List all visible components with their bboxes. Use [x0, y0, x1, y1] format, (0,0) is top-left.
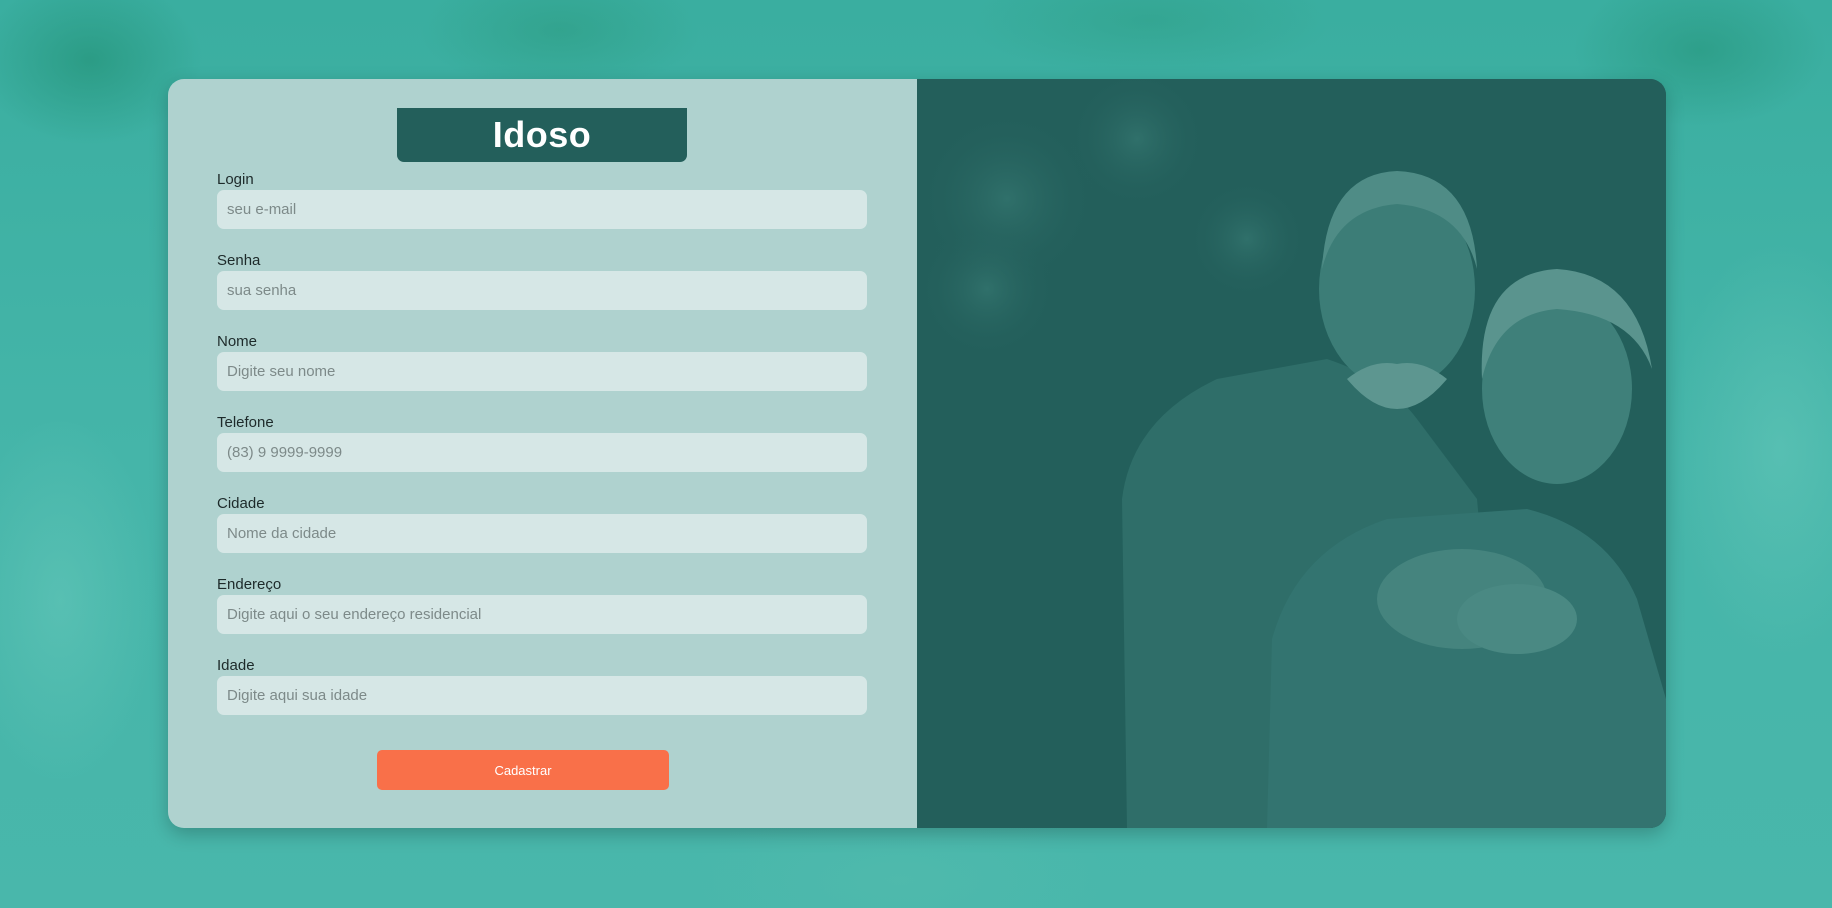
- address-input[interactable]: [217, 595, 867, 634]
- name-input[interactable]: [217, 352, 867, 391]
- name-label: Nome: [217, 333, 258, 350]
- age-label: Idade: [217, 657, 255, 674]
- login-field: Login: [217, 171, 867, 229]
- password-label: Senha: [217, 252, 261, 269]
- registration-card: Idoso Login Senha Nome Telefone Cidade E…: [168, 79, 1666, 828]
- city-input[interactable]: [217, 514, 867, 553]
- form-title: Idoso: [492, 114, 592, 155]
- address-label: Endereço: [217, 576, 282, 593]
- login-label: Login: [217, 171, 254, 188]
- address-field: Endereço: [217, 576, 867, 634]
- age-input[interactable]: [217, 676, 867, 715]
- form-panel: Idoso Login Senha Nome Telefone Cidade E…: [168, 79, 917, 828]
- form-title-banner: Idoso: [397, 108, 687, 162]
- phone-field: Telefone: [217, 414, 867, 472]
- login-input[interactable]: [217, 190, 867, 229]
- phone-input[interactable]: [217, 433, 867, 472]
- password-input[interactable]: [217, 271, 867, 310]
- register-button[interactable]: Cadastrar: [377, 750, 669, 790]
- city-field: Cidade: [217, 495, 867, 553]
- phone-label: Telefone: [217, 414, 274, 431]
- elderly-couple-illustration: [917, 79, 1666, 828]
- city-label: Cidade: [217, 495, 265, 512]
- password-field: Senha: [217, 252, 867, 310]
- age-field: Idade: [217, 657, 867, 715]
- elderly-couple-photo: [917, 79, 1666, 828]
- name-field: Nome: [217, 333, 867, 391]
